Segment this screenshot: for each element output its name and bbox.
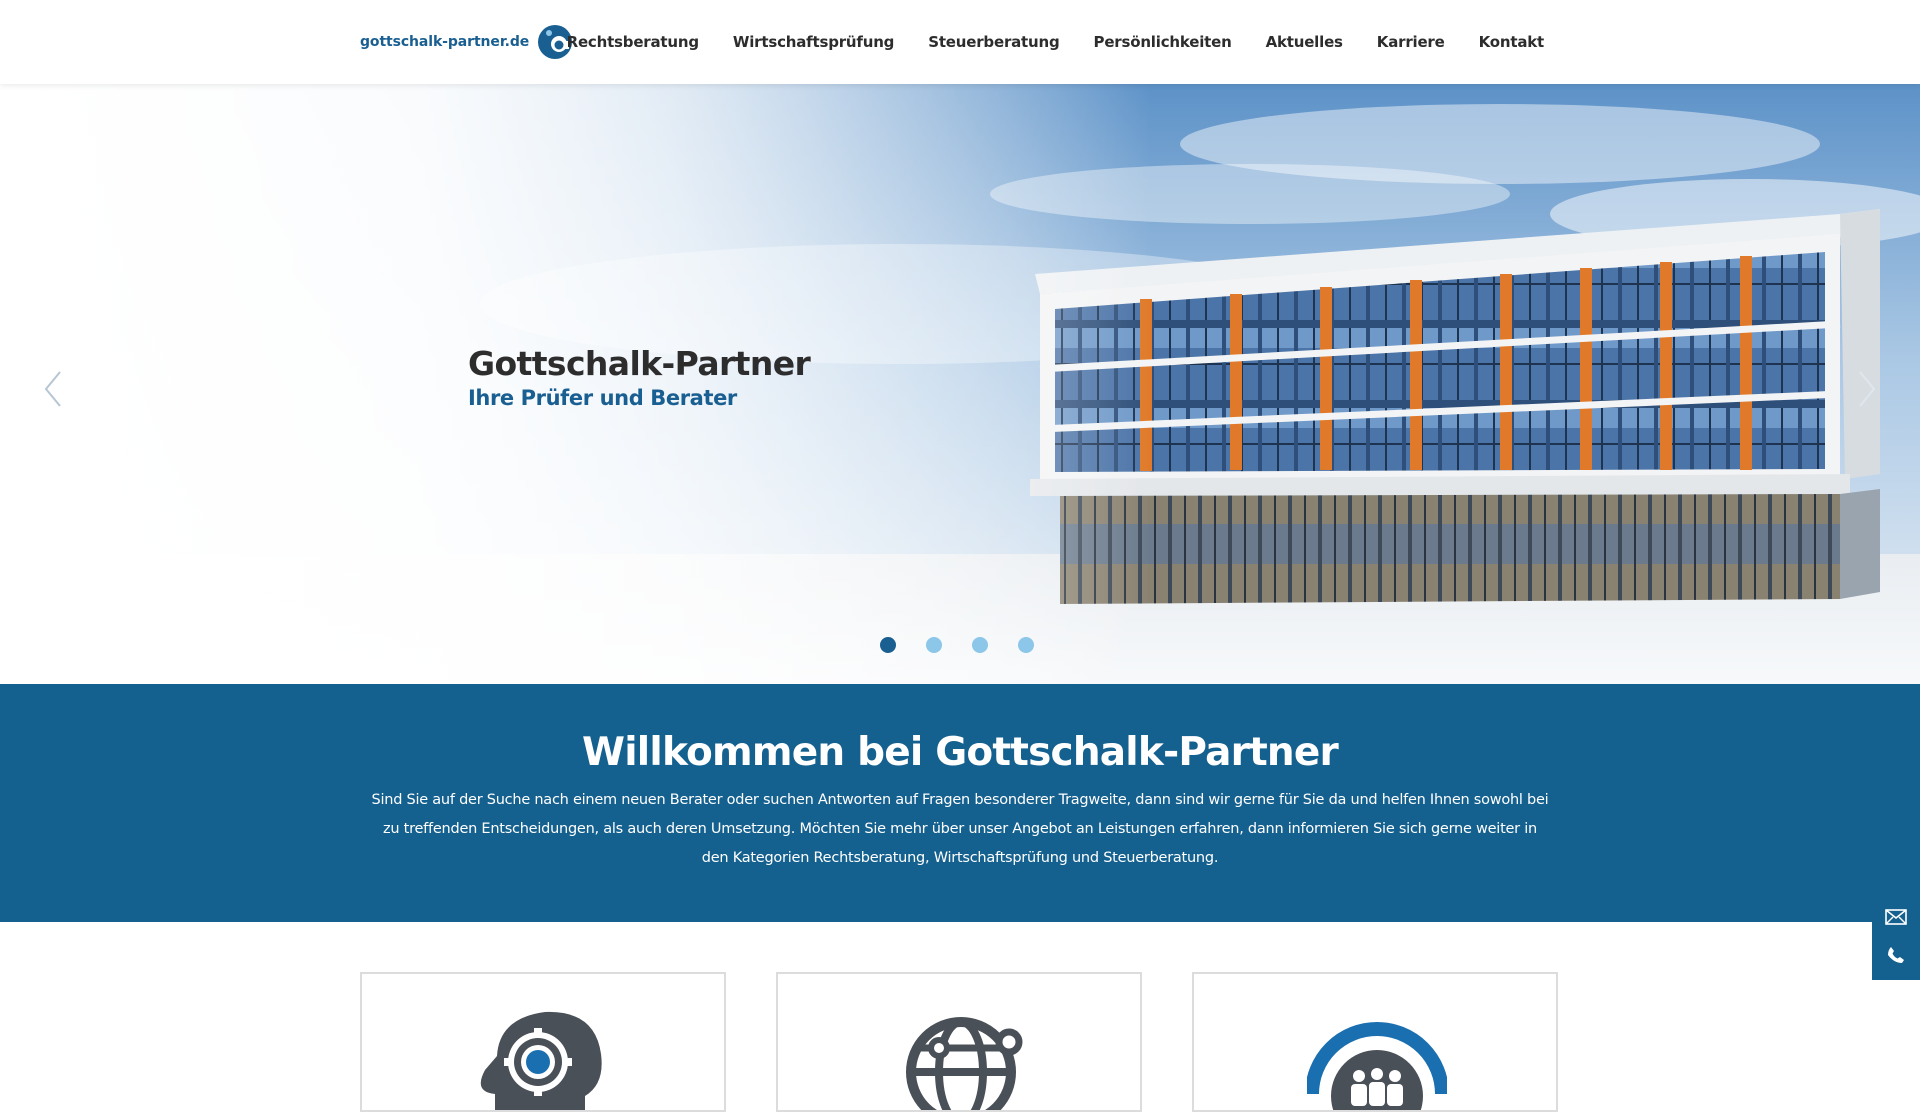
hero-overlay	[0, 84, 1920, 684]
service-card-steuerberatung[interactable]	[1192, 972, 1558, 1112]
nav-item-karriere[interactable]: Karriere	[1360, 33, 1462, 51]
chevron-left-icon[interactable]	[40, 364, 70, 414]
team-circle-icon	[1307, 1022, 1447, 1110]
welcome-section: Willkommen bei Gottschalk-Partner Sind S…	[0, 684, 1920, 922]
globe-network-icon	[906, 1017, 1023, 1110]
service-card-rechtsberatung[interactable]	[360, 972, 726, 1112]
site-header: gottschalk-partner.de Rechtsberatung Wir…	[0, 0, 1920, 84]
nav-item-wirtschaftspruefung[interactable]: Wirtschaftsprüfung	[716, 33, 911, 51]
side-contact-bar	[1872, 892, 1920, 980]
slider-dot[interactable]	[926, 637, 942, 653]
hero-subtitle: Ihre Prüfer und Berater	[468, 386, 737, 410]
nav-item-kontakt[interactable]: Kontakt	[1462, 33, 1545, 51]
nav-item-aktuelles[interactable]: Aktuelles	[1249, 33, 1360, 51]
service-cards	[360, 972, 1560, 1112]
hero-title: Gottschalk-Partner	[468, 344, 811, 383]
main-nav: Rechtsberatung Wirtschaftsprüfung Steuer…	[550, 0, 1545, 84]
welcome-text: Sind Sie auf der Suche nach einem neuen …	[371, 792, 1549, 866]
logo-text: gottschalk-partner.de	[360, 34, 530, 50]
nav-item-rechtsberatung[interactable]: Rechtsberatung	[550, 33, 716, 51]
phone-icon[interactable]	[1882, 941, 1910, 969]
nav-item-persoenlichkeiten[interactable]: Persönlichkeiten	[1077, 33, 1249, 51]
slider-dot[interactable]	[880, 637, 896, 653]
slider-dots	[880, 637, 1034, 653]
slider-dot[interactable]	[972, 637, 988, 653]
gear-head-icon	[480, 1011, 602, 1110]
mail-icon[interactable]	[1882, 903, 1910, 931]
nav-item-steuerberatung[interactable]: Steuerberatung	[911, 33, 1076, 51]
slider-dot[interactable]	[1018, 637, 1034, 653]
chevron-right-icon[interactable]	[1850, 364, 1880, 414]
hero-slider: Gottschalk-Partner Ihre Prüfer und Berat…	[0, 84, 1920, 684]
welcome-title: Willkommen bei Gottschalk-Partner	[582, 730, 1339, 775]
service-card-wirtschaftspruefung[interactable]	[776, 972, 1142, 1112]
logo[interactable]: gottschalk-partner.de	[360, 22, 573, 62]
